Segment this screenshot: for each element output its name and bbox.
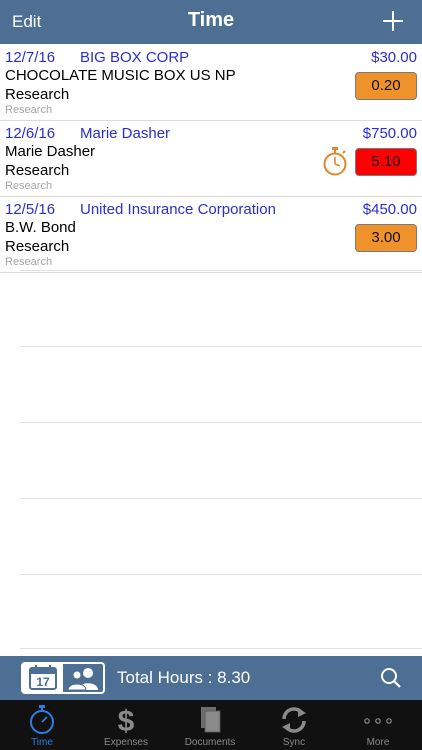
entry-client: Marie Dasher xyxy=(80,125,171,142)
stopwatch-icon[interactable] xyxy=(322,146,348,176)
people-icon xyxy=(67,668,98,691)
stopwatch-icon xyxy=(30,705,54,734)
entry-matter: CHOCOLATE MUSIC BOX US NP xyxy=(5,67,236,84)
tab-expenses[interactable]: $ Expenses xyxy=(84,700,168,750)
entry-date: 12/7/16 xyxy=(5,49,56,66)
calendar-day: 17 xyxy=(36,675,50,689)
time-entry-row[interactable]: 12/7/16 BIG BOX CORP $30.00 CHOCOLATE MU… xyxy=(0,44,422,121)
tab-label: Time xyxy=(31,737,53,748)
search-icon[interactable] xyxy=(380,667,402,689)
empty-row-divider xyxy=(20,422,422,423)
sync-icon xyxy=(282,707,306,733)
entry-matter: Marie Dasher xyxy=(5,143,96,160)
navigation-bar: Edit Time xyxy=(0,0,422,44)
time-entry-row[interactable]: 12/5/16 United Insurance Corporation $45… xyxy=(0,196,422,273)
entry-date: 12/6/16 xyxy=(5,125,56,142)
entry-activity: Research xyxy=(5,238,70,255)
entry-activity: Research xyxy=(5,86,70,103)
calendar-view-button[interactable]: 17 xyxy=(23,664,63,692)
time-entry-row[interactable]: 12/6/16 Marie Dasher $750.00 Marie Dashe… xyxy=(0,120,422,197)
tab-label: More xyxy=(366,737,390,748)
entry-date: 12/5/16 xyxy=(5,201,56,218)
tab-documents[interactable]: Documents xyxy=(168,700,252,750)
entry-amount: $30.00 xyxy=(371,49,417,66)
entry-matter: B.W. Bond xyxy=(5,219,76,236)
entry-client: United Insurance Corporation xyxy=(80,201,276,218)
time-entry-list: 12/7/16 BIG BOX CORP $30.00 CHOCOLATE MU… xyxy=(0,44,422,656)
contacts-view-button[interactable] xyxy=(63,664,103,692)
tab-label: Documents xyxy=(184,737,236,748)
tab-label: Expenses xyxy=(104,737,148,748)
dollar-icon: $ xyxy=(118,705,135,736)
tab-time[interactable]: Time xyxy=(0,700,84,750)
page-title: Time xyxy=(187,9,235,31)
empty-row-divider xyxy=(20,648,422,649)
entry-activity: Research xyxy=(5,162,70,179)
empty-row-divider xyxy=(20,270,422,271)
view-toggle[interactable]: 17 xyxy=(21,662,105,694)
summary-bar: 17 Total Hours : 8.30 xyxy=(0,656,422,700)
tab-sync[interactable]: Sync xyxy=(252,700,336,750)
tab-label: Sync xyxy=(282,737,306,748)
plus-icon[interactable] xyxy=(382,10,404,32)
empty-row-divider xyxy=(20,346,422,347)
more-icon xyxy=(364,718,392,724)
entry-activity-code: Research xyxy=(5,256,53,268)
entry-amount: $450.00 xyxy=(362,201,417,218)
total-hours-label: Total Hours : 8.30 xyxy=(117,668,251,687)
calendar-icon: 17 xyxy=(29,665,57,690)
entry-client: BIG BOX CORP xyxy=(80,49,190,66)
svg-text:$: $ xyxy=(118,705,135,736)
empty-row-divider xyxy=(20,574,422,575)
empty-row-divider xyxy=(20,498,422,499)
entry-amount: $750.00 xyxy=(362,125,417,142)
tab-bar: Time $ Expenses Documents Sync More xyxy=(0,700,422,750)
entry-activity-code: Research xyxy=(5,180,53,192)
tab-more[interactable]: More xyxy=(336,700,420,750)
entry-hours-badge[interactable]: 0.20 xyxy=(355,72,417,100)
documents-icon xyxy=(201,707,221,733)
entry-hours-badge[interactable]: 3.00 xyxy=(355,224,417,252)
entry-hours-badge[interactable]: 5.10 xyxy=(355,148,417,176)
entry-activity-code: Research xyxy=(5,104,53,116)
